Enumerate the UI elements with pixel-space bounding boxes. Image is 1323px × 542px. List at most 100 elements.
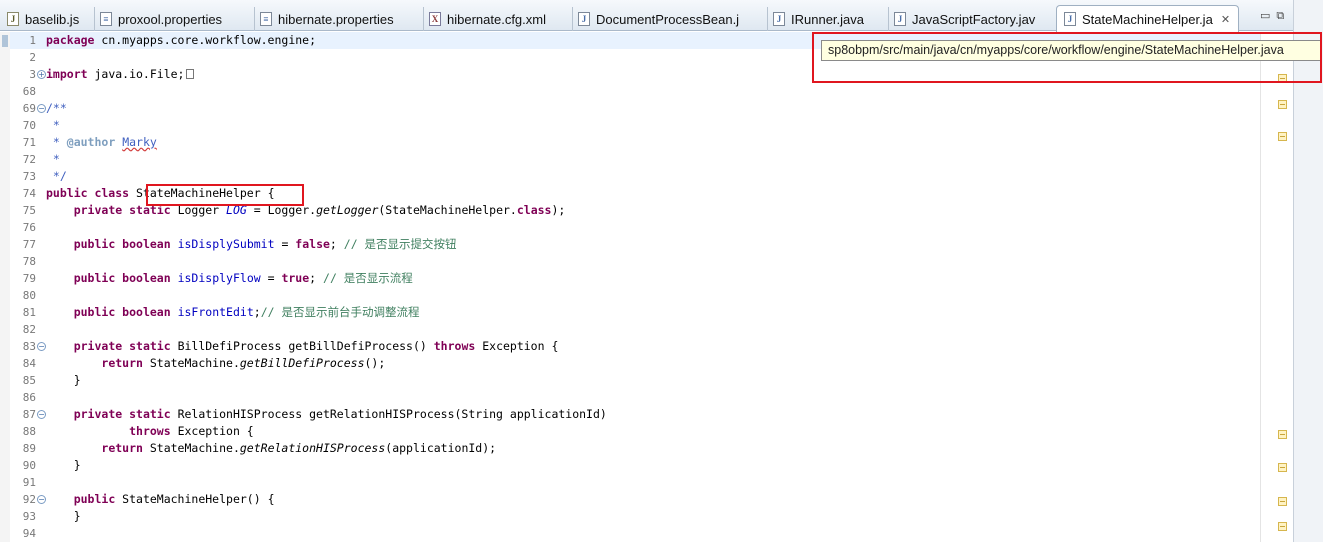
line-number: 3 <box>29 68 36 81</box>
highlight-box <box>812 32 1322 83</box>
line-number: 84 <box>22 357 36 370</box>
code-line: 86 <box>0 389 1260 406</box>
semi: ; <box>253 305 261 319</box>
keyword: private static <box>73 407 171 421</box>
java-file-icon: J <box>773 12 785 26</box>
import-name: java.io.File; <box>87 67 185 81</box>
code-line: 77 public boolean isDisplySubmit = false… <box>0 236 1260 253</box>
tab-statemachinehelper[interactable]: J StateMachineHelper.ja ✕ <box>1056 5 1239 32</box>
tab-documentprocessbean[interactable]: J DocumentProcessBean.j <box>572 7 764 31</box>
code-line: 93 } <box>0 508 1260 525</box>
collapse-fold-icon[interactable]: − <box>37 410 46 419</box>
code-line: 73 */ <box>0 168 1260 185</box>
javadoc-text: * @author Marky <box>46 134 157 151</box>
method-signature: RelationHISProcess getRelationHISProcess… <box>170 407 607 421</box>
field-name: isFrontEdit <box>177 305 254 319</box>
keyword: return <box>101 356 143 370</box>
line-number: 92 <box>22 493 36 506</box>
maximize-icon[interactable]: ⧉ <box>1276 9 1290 22</box>
static-method: getBillDefiProcess <box>239 356 365 370</box>
tab-javascriptfactory[interactable]: J JavaScriptFactory.jav <box>888 7 1056 31</box>
warning-marker-icon[interactable] <box>1278 463 1287 472</box>
line-number: 73 <box>22 170 36 183</box>
tab-hibernate-cfg-xml[interactable]: X hibernate.cfg.xml <box>423 7 571 31</box>
line-number: 86 <box>22 391 36 404</box>
code-text: } <box>46 458 81 472</box>
code-text: return StateMachine.getRelationHISProces… <box>46 440 496 457</box>
tab-proxool-properties[interactable]: ≡ proxool.properties <box>94 7 254 31</box>
window-controls: ▭⧉ <box>1260 9 1290 23</box>
warning-marker-icon[interactable] <box>1278 497 1287 506</box>
line-number: 89 <box>22 442 36 455</box>
warning-marker-icon[interactable] <box>1278 522 1287 531</box>
code-text: import java.io.File; <box>46 66 195 83</box>
folded-block-icon[interactable] <box>186 69 195 79</box>
line-number: 68 <box>22 85 36 98</box>
constructor-signature: StateMachineHelper() { <box>115 492 275 506</box>
code-text: throws Exception { <box>46 423 254 440</box>
tab-label: IRunner.java <box>791 11 864 27</box>
line-number: 75 <box>22 204 36 217</box>
tab-label: DocumentProcessBean.j <box>596 11 740 27</box>
field-name: isDisplySubmit <box>177 237 275 251</box>
code-editor[interactable]: 1 package cn.myapps.core.workflow.engine… <box>0 32 1293 542</box>
code-line: 78 <box>0 253 1260 270</box>
overview-ruler[interactable] <box>1260 32 1261 542</box>
code-text: private static RelationHISProcess getRel… <box>46 406 607 423</box>
warning-marker-icon[interactable] <box>1278 430 1287 439</box>
keyword: public boolean <box>73 305 171 319</box>
tab-label: proxool.properties <box>118 11 223 27</box>
collapse-fold-icon[interactable]: − <box>37 342 46 351</box>
close-tab-icon[interactable]: ✕ <box>1221 13 1230 26</box>
exception: Exception { <box>475 339 559 353</box>
tab-label: baselib.js <box>25 11 80 27</box>
javadoc-text: */ <box>46 169 67 183</box>
code-line: 80 <box>0 287 1260 304</box>
collapse-fold-icon[interactable]: − <box>37 104 46 113</box>
keyword: false <box>295 237 330 251</box>
tab-label: hibernate.properties <box>278 11 394 27</box>
warning-marker-icon[interactable] <box>1278 100 1287 109</box>
keyword: return <box>101 441 143 455</box>
editor-tab-bar: J baselib.js ≡ proxool.properties ≡ hibe… <box>0 0 1293 32</box>
line-number: 79 <box>22 272 36 285</box>
tab-hibernate-properties[interactable]: ≡ hibernate.properties <box>254 7 420 31</box>
minimize-icon[interactable]: ▭ <box>1260 9 1276 22</box>
static-method: getRelationHISProcess <box>239 441 386 455</box>
code-line: 89 return StateMachine.getRelationHISPro… <box>0 440 1260 457</box>
highlight-box <box>146 184 304 206</box>
code-line: 88 throws Exception { <box>0 423 1260 440</box>
code-line: 91 <box>0 474 1260 491</box>
warning-marker-icon[interactable] <box>1278 132 1287 141</box>
tab-irunner[interactable]: J IRunner.java <box>767 7 885 31</box>
line-number: 69 <box>22 102 36 115</box>
static-method: getLogger <box>316 203 379 217</box>
args: (StateMachineHelper. <box>378 203 517 217</box>
end: (applicationId); <box>385 441 497 455</box>
code-text: return StateMachine.getBillDefiProcess()… <box>46 355 385 372</box>
keyword: public class <box>46 186 130 200</box>
code-text: public boolean isFrontEdit;// 是否显示前台手动调整… <box>46 304 420 321</box>
object: StateMachine. <box>142 441 240 455</box>
expand-fold-icon[interactable]: + <box>37 70 46 79</box>
line-number: 82 <box>22 323 36 336</box>
java-file-icon: J <box>894 12 906 26</box>
code-line: 83 − private static BillDefiProcess getB… <box>0 338 1260 355</box>
end: ); <box>551 203 566 217</box>
code-text: public StateMachineHelper() { <box>46 491 275 508</box>
tab-baselib-js[interactable]: J baselib.js <box>2 7 92 31</box>
collapse-fold-icon[interactable]: − <box>37 495 46 504</box>
line-comment: // 是否显示流程 <box>323 271 413 285</box>
object: StateMachine. <box>142 356 240 370</box>
line-number: 78 <box>22 255 36 268</box>
line-number: 74 <box>22 187 36 200</box>
line-number: 2 <box>29 51 36 64</box>
